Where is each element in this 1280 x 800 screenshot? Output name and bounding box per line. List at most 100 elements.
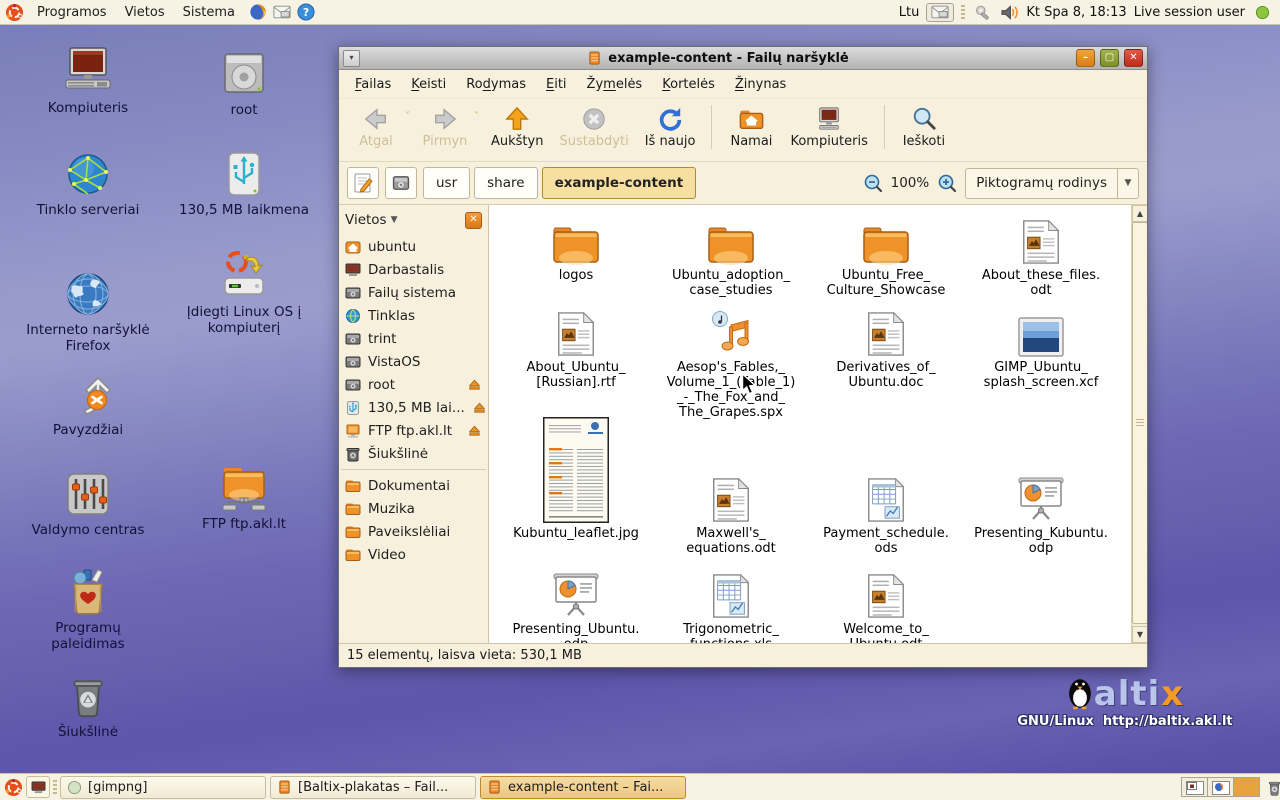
file-item[interactable]: GIMP_Ubuntu_ splash_screen.xcf — [964, 305, 1118, 390]
desktop-icon-computer[interactable]: Kompiuteris — [13, 46, 163, 117]
file-item[interactable]: logos — [499, 213, 653, 283]
view-mode-select[interactable]: Piktogramų rodinys▼ — [965, 168, 1139, 199]
sidebar-item-paveiksl-liai[interactable]: Paveikslėliai — [339, 520, 488, 543]
file-item[interactable]: Kubuntu_leaflet.jpg — [499, 411, 653, 541]
menu-žymelės[interactable]: Žymelės — [577, 73, 653, 96]
sidebar-item-video[interactable]: Video — [339, 543, 488, 566]
root-disk-button[interactable] — [385, 167, 417, 199]
panel-menu-programos[interactable]: Programos — [28, 3, 116, 22]
file-item[interactable]: About_Ubuntu_ [Russian].rtf — [499, 305, 653, 390]
file-item[interactable]: Welcome_to_ Ubuntu.odt — [809, 567, 963, 643]
sidebar-item-vistaos[interactable]: VistaOS — [339, 350, 488, 373]
help-icon[interactable]: ? — [296, 2, 316, 22]
back-history-chevron[interactable]: ˅ — [405, 111, 410, 122]
sidebar-item-muzika[interactable]: Muzika — [339, 497, 488, 520]
sidebar-item-tinklas[interactable]: Tinklas — [339, 304, 488, 327]
titlebar[interactable]: ▾ example-content - Failų naršyklė – ▢ ✕ — [339, 47, 1147, 70]
file-item[interactable]: Maxwell's_ equations.odt — [654, 411, 808, 556]
file-item[interactable]: Ubuntu_adoption_ case_studies — [654, 213, 808, 298]
sidebar-title[interactable]: Vietos — [345, 212, 387, 228]
file-item[interactable]: Ubuntu_Free_ Culture_Showcase — [809, 213, 963, 298]
volume-icon[interactable] — [999, 2, 1019, 22]
sidebar-item-fail-sistema[interactable]: Failų sistema — [339, 281, 488, 304]
chevron-down-icon[interactable]: ▼ — [391, 215, 398, 225]
forward-button[interactable]: Pirmyn — [414, 103, 476, 151]
reload-button[interactable]: Iš naujo — [637, 103, 704, 151]
path-button-usr[interactable]: usr — [423, 167, 470, 199]
task-button[interactable]: example-content – Fai... — [480, 776, 686, 799]
sidebar-item-darbastalis[interactable]: Darbastalis — [339, 258, 488, 281]
menu-žinynas[interactable]: Žinynas — [725, 73, 796, 96]
home-button[interactable]: Namai — [720, 103, 782, 151]
back-button[interactable]: Atgal — [345, 103, 407, 151]
stop-button[interactable]: Sustabdyti — [551, 103, 636, 151]
file-item[interactable]: Trigonometric_ functions.xls — [654, 567, 808, 643]
task-button[interactable]: [Baltix-plakatas – Fail... — [270, 776, 476, 799]
show-desktop-button[interactable] — [26, 776, 50, 798]
workspace-3[interactable] — [1234, 778, 1259, 796]
desktop-icon-globe-net[interactable]: Tinklo serveriai — [13, 148, 163, 219]
up-button[interactable]: Aukštyn — [483, 103, 551, 151]
close-button[interactable]: ✕ — [1124, 49, 1143, 67]
clock[interactable]: Kt Spa 8, 18:13 — [1026, 5, 1126, 20]
applet-handle[interactable] — [961, 5, 965, 19]
desktop-icon-bag[interactable]: Programų paleidimas — [13, 566, 163, 652]
menu-keisti[interactable]: Keisti — [401, 73, 456, 96]
sidebar-item-ubuntu[interactable]: ubuntu — [339, 235, 488, 258]
file-item[interactable]: About_these_files. odt — [964, 213, 1118, 298]
zoom-in-icon[interactable] — [937, 173, 957, 193]
desktop-icon-usb-big[interactable]: 130,5 MB laikmena — [169, 148, 319, 219]
ubuntu-logo-icon[interactable] — [4, 2, 24, 22]
mail-indicator-icon[interactable] — [926, 3, 954, 22]
file-item[interactable]: Aesop's_Fables,_ Volume_1_(Fable_1) _-_T… — [654, 305, 808, 420]
scroll-down-icon[interactable]: ▼ — [1132, 626, 1147, 643]
user-switcher-label[interactable]: Live session user — [1134, 5, 1245, 20]
search-button[interactable]: Ieškoti — [893, 103, 955, 151]
workspace-switcher[interactable] — [1181, 777, 1260, 797]
desktop-icon-sliders[interactable]: Valdymo centras — [13, 468, 163, 539]
applet-handle[interactable] — [53, 780, 57, 794]
sidebar-item-trint[interactable]: trint — [339, 327, 488, 350]
file-item[interactable]: Payment_schedule. ods — [809, 411, 963, 556]
workspace-2[interactable] — [1208, 778, 1234, 796]
menu-failas[interactable]: Failas — [345, 73, 401, 96]
panel-menu-sistema[interactable]: Sistema — [174, 3, 244, 22]
file-item[interactable]: Presenting_Ubuntu. odp — [499, 567, 653, 643]
computer-button[interactable]: Kompiuteris — [782, 103, 875, 151]
menu-kortelės[interactable]: Kortelės — [652, 73, 725, 96]
maximize-button[interactable]: ▢ — [1100, 49, 1119, 67]
menu-rodymas[interactable]: Rodymas — [456, 73, 536, 96]
sidebar-item-130-5-mb-lai-[interactable]: 130,5 MB lai... — [339, 396, 488, 419]
path-button-share[interactable]: share — [474, 167, 537, 199]
keyboard-layout-indicator[interactable]: Ltu — [899, 5, 920, 20]
window-menu-button[interactable]: ▾ — [343, 50, 360, 67]
mail-icon[interactable] — [272, 2, 292, 22]
sidebar-item-dokumentai[interactable]: Dokumentai — [339, 474, 488, 497]
desktop-icon-netfolder[interactable]: FTP ftp.akl.lt — [169, 462, 319, 533]
eject-icon[interactable] — [467, 377, 482, 392]
task-button[interactable]: [gimpng] — [60, 776, 266, 799]
desktop-icon-shortcut[interactable]: Pavyzdžiai — [13, 368, 163, 439]
trash-applet-icon[interactable] — [1266, 778, 1280, 797]
workspace-1[interactable] — [1182, 778, 1208, 796]
desktop-icon-hdd[interactable]: root — [169, 48, 319, 119]
menu-eiti[interactable]: Eiti — [536, 73, 577, 96]
desktop-icon-trash-big[interactable]: Šiukšlinė — [13, 670, 163, 741]
path-button-example-content[interactable]: example-content — [542, 167, 697, 199]
panel-menu-vietos[interactable]: Vietos — [116, 3, 174, 22]
file-item[interactable]: Presenting_Kubuntu. odp — [964, 411, 1118, 556]
sidebar-item-ftp-ftp-akl-lt[interactable]: FTP ftp.akl.lt — [339, 419, 488, 442]
file-item[interactable]: Derivatives_of_ Ubuntu.doc — [809, 305, 963, 390]
scrollbar-thumb[interactable] — [1132, 222, 1147, 624]
eject-icon[interactable] — [472, 400, 487, 415]
tool-key-icon[interactable] — [972, 2, 992, 22]
desktop-icon-installer[interactable]: Įdiegti Linux OS į kompiuterį — [169, 250, 319, 336]
edit-location-button[interactable] — [347, 167, 379, 199]
minimize-button[interactable]: – — [1076, 49, 1095, 67]
forward-history-chevron[interactable]: ˅ — [474, 111, 479, 122]
zoom-out-icon[interactable] — [863, 173, 883, 193]
desktop-icon-globe[interactable]: Interneto naršyklė Firefox — [13, 268, 163, 354]
eject-icon[interactable] — [467, 423, 482, 438]
sidebar-item-root[interactable]: root — [339, 373, 488, 396]
sidebar-close-button[interactable]: ✕ — [465, 212, 482, 229]
